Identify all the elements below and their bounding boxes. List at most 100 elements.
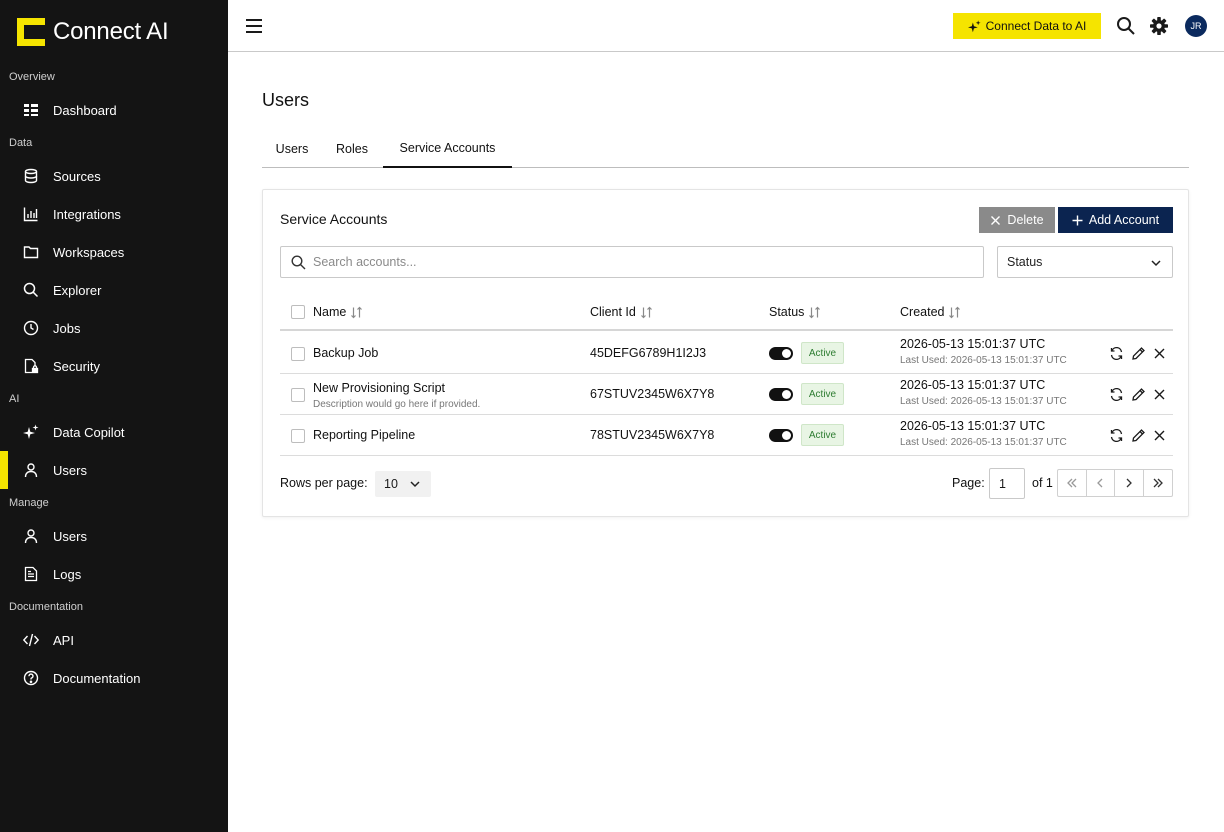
table-row[interactable]: Reporting Pipeline 78STUV2345W6X7Y8 Acti… xyxy=(280,415,1173,456)
menu-icon[interactable] xyxy=(244,16,264,36)
column-header-label: Client Id xyxy=(590,305,636,319)
sidebar-item-security[interactable]: Security xyxy=(0,347,228,385)
row-enabled-toggle[interactable] xyxy=(769,388,793,401)
row-last-used: Last Used: 2026-05-13 15:01:37 UTC xyxy=(900,396,1067,407)
close-icon[interactable] xyxy=(1152,346,1167,361)
row-enabled-toggle[interactable] xyxy=(769,429,793,442)
column-header-client-id[interactable]: Client Id xyxy=(590,305,653,319)
sidebar-item-sources[interactable]: Sources xyxy=(0,157,228,195)
row-client-id: 45DEFG6789H1I2J3 xyxy=(590,346,707,360)
add-account-button[interactable]: Add Account xyxy=(1058,207,1173,233)
column-header-status[interactable]: Status xyxy=(769,305,821,319)
gear-icon[interactable] xyxy=(1149,16,1169,36)
table-row[interactable]: Backup Job 45DEFG6789H1I2J3 Active 2026-… xyxy=(280,333,1173,374)
row-checkbox[interactable] xyxy=(291,388,305,402)
sidebar-item-label: Users xyxy=(53,462,87,478)
sidebar-item-api[interactable]: API xyxy=(0,621,228,659)
topbar: Connect Data to AI JR xyxy=(228,0,1224,52)
connect-data-button[interactable]: Connect Data to AI xyxy=(953,13,1101,39)
column-header-created[interactable]: Created xyxy=(900,305,961,319)
user-icon xyxy=(23,462,39,478)
table-row[interactable]: New Provisioning Script Description woul… xyxy=(280,374,1173,415)
close-icon[interactable] xyxy=(1152,387,1167,402)
delete-button[interactable]: Delete xyxy=(979,207,1055,233)
sidebar-item-dashboard[interactable]: Dashboard xyxy=(0,91,228,129)
row-last-used: Last Used: 2026-05-13 15:01:37 UTC xyxy=(900,355,1067,366)
refresh-icon[interactable] xyxy=(1109,346,1124,361)
row-client-id: 78STUV2345W6X7Y8 xyxy=(590,428,715,442)
tab-users[interactable]: Users xyxy=(262,130,322,168)
search-field[interactable] xyxy=(280,246,984,278)
next-page-button[interactable] xyxy=(1115,470,1144,496)
row-created: 2026-05-13 15:01:37 UTC xyxy=(900,337,1046,351)
row-name: Backup Job xyxy=(313,346,379,360)
sidebar-item-explorer[interactable]: Explorer xyxy=(0,271,228,309)
last-page-button[interactable] xyxy=(1144,470,1172,496)
sidebar-item-users-manage[interactable]: Users xyxy=(0,517,228,555)
status-filter-select[interactable]: Status xyxy=(997,246,1173,278)
avatar[interactable]: JR xyxy=(1185,15,1207,37)
code-icon xyxy=(23,632,39,648)
status-filter-value: Status xyxy=(1007,255,1043,269)
edit-icon[interactable] xyxy=(1131,428,1146,443)
add-account-label: Add Account xyxy=(1088,213,1160,227)
refresh-icon[interactable] xyxy=(1109,387,1124,402)
search-icon[interactable] xyxy=(1116,16,1136,36)
chevron-left-icon xyxy=(1097,478,1103,488)
sort-icon xyxy=(948,306,961,319)
sidebar-item-workspaces[interactable]: Workspaces xyxy=(0,233,228,271)
select-all-checkbox[interactable] xyxy=(291,305,305,319)
row-created: 2026-05-13 15:01:37 UTC xyxy=(900,378,1046,392)
connect-data-label: Connect Data to AI xyxy=(985,19,1087,33)
rows-per-page-select[interactable]: 10 xyxy=(375,471,431,497)
plus-icon xyxy=(1072,215,1083,226)
tab-roles[interactable]: Roles xyxy=(324,130,380,168)
sparkle-icon xyxy=(967,19,981,33)
row-checkbox[interactable] xyxy=(291,347,305,361)
chevrons-left-icon xyxy=(1066,478,1077,488)
section-label-data: Data xyxy=(9,137,33,149)
sidebar-item-label: Logs xyxy=(53,566,82,582)
sidebar-item-logs[interactable]: Logs xyxy=(0,555,228,593)
page-number-input[interactable]: 1 xyxy=(989,468,1025,499)
row-checkbox[interactable] xyxy=(291,429,305,443)
close-icon xyxy=(990,215,1001,226)
close-icon[interactable] xyxy=(1152,428,1167,443)
row-last-used: Last Used: 2026-05-13 15:01:37 UTC xyxy=(900,437,1067,448)
sidebar-item-users-ai[interactable]: Users xyxy=(0,451,228,489)
edit-icon[interactable] xyxy=(1131,387,1146,402)
row-created: 2026-05-13 15:01:37 UTC xyxy=(900,419,1046,433)
help-circle-icon xyxy=(23,670,39,686)
sidebar-item-jobs[interactable]: Jobs xyxy=(0,309,228,347)
section-label-documentation: Documentation xyxy=(9,601,83,613)
sidebar-item-label: Dashboard xyxy=(53,102,117,118)
clock-icon xyxy=(23,320,39,336)
edit-icon[interactable] xyxy=(1131,346,1146,361)
sidebar-item-integrations[interactable]: Integrations xyxy=(0,195,228,233)
column-header-label: Status xyxy=(769,305,805,319)
tab-service-accounts[interactable]: Service Accounts xyxy=(383,130,512,168)
tab-bar: Users Roles Service Accounts xyxy=(262,130,1189,168)
table-header: Name Client Id Status Created xyxy=(280,293,1173,331)
sidebar-item-label: Workspaces xyxy=(53,244,125,260)
previous-page-button[interactable] xyxy=(1087,470,1115,496)
column-header-name[interactable]: Name xyxy=(313,305,363,319)
sidebar-item-label: Data Copilot xyxy=(53,424,125,440)
chevrons-right-icon xyxy=(1153,478,1163,488)
refresh-icon[interactable] xyxy=(1109,428,1124,443)
row-enabled-toggle[interactable] xyxy=(769,347,793,360)
column-header-label: Created xyxy=(900,305,945,319)
sidebar-item-data-copilot[interactable]: Data Copilot xyxy=(0,413,228,451)
search-input[interactable] xyxy=(313,255,963,269)
sort-icon xyxy=(640,306,653,319)
sidebar-item-label: Security xyxy=(53,358,100,374)
first-page-button[interactable] xyxy=(1058,470,1087,496)
status-badge: Active xyxy=(801,383,844,405)
bar-chart-icon xyxy=(23,206,39,222)
logo[interactable]: Connect AI xyxy=(17,17,169,47)
page-title: Users xyxy=(262,90,310,110)
sidebar-item-documentation[interactable]: Documentation xyxy=(0,659,228,697)
status-badge: Active xyxy=(801,424,844,446)
chevron-right-icon xyxy=(1126,478,1132,488)
search-icon xyxy=(23,282,39,298)
